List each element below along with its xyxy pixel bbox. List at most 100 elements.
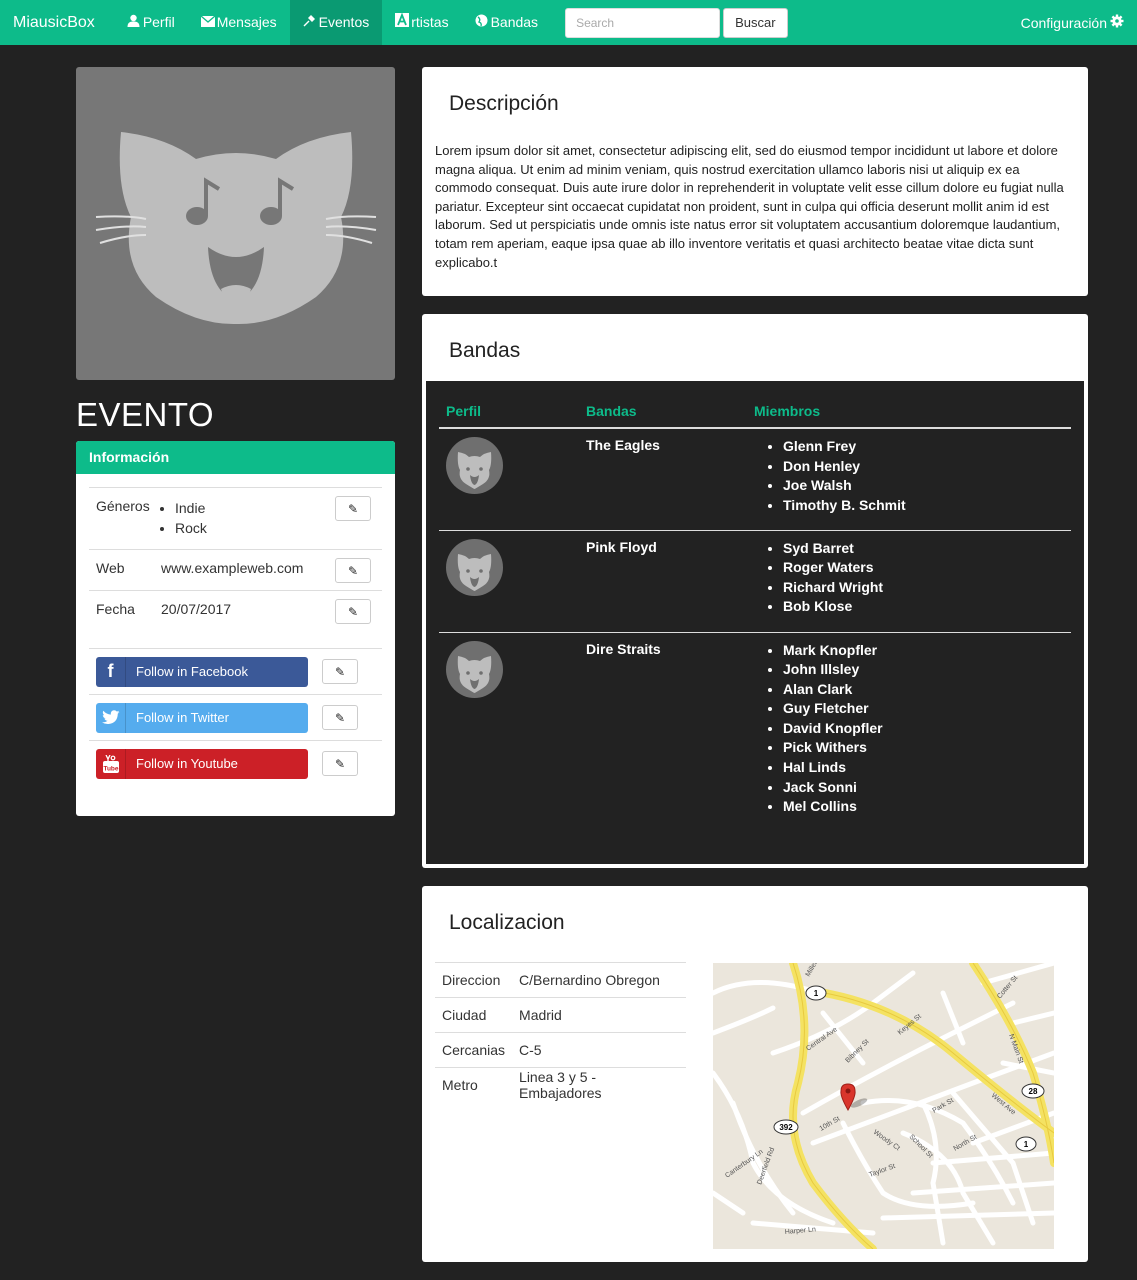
member-item: Alan Clark xyxy=(783,680,1064,700)
edit-generos-button[interactable]: ✎ xyxy=(335,496,371,521)
member-item: Don Henley xyxy=(783,457,1064,477)
youtube-follow-label: Follow in Youtube xyxy=(136,756,238,771)
cat-logo xyxy=(95,132,377,325)
member-item: Pick Withers xyxy=(783,738,1064,758)
route-shield-28: 28 xyxy=(1029,1087,1038,1096)
cat-avatar-icon xyxy=(457,452,492,489)
band-name[interactable]: Dire Straits xyxy=(579,632,747,830)
location-map[interactable]: 1 392 28 1 Miller Ave N Main St West Ave… xyxy=(713,963,1054,1249)
youtube-icon: Tube xyxy=(96,748,126,779)
member-list: Mark Knopfler John Illsley Alan Clark Gu… xyxy=(754,641,1064,817)
bandas-table-container: Perfil Bandas Miembros The Eagles Gle xyxy=(426,381,1084,864)
nav-mensajes[interactable]: Mensajes xyxy=(188,0,290,45)
member-item: John Illsley xyxy=(783,660,1064,680)
pencil-icon: ✎ xyxy=(334,664,346,679)
col-header-perfil: Perfil xyxy=(439,381,579,429)
pencil-icon: ✎ xyxy=(334,756,346,771)
pencil-icon: ✎ xyxy=(347,563,359,578)
search-form: Buscar xyxy=(565,7,788,38)
nav-bandas[interactable]: Bandas xyxy=(462,0,551,45)
twitter-icon xyxy=(96,702,126,733)
descripcion-title: Descripción xyxy=(449,92,559,115)
social-row-twitter: Follow in Twitter ✎ xyxy=(89,694,382,740)
table-row: Cercanias C-5 xyxy=(435,1032,686,1068)
member-item: Timothy B. Schmit xyxy=(783,496,1064,516)
pencil-icon: ✎ xyxy=(347,501,359,516)
member-item: Guy Fletcher xyxy=(783,699,1064,719)
nav-artistas-label: rtistas xyxy=(411,14,449,30)
nav-eventos[interactable]: Eventos xyxy=(289,0,383,45)
pushpin-icon xyxy=(303,0,317,45)
bandas-title: Bandas xyxy=(449,339,521,362)
route-shield-392: 392 xyxy=(779,1123,793,1132)
info-panel: Información Géneros Indie Rock ✎ Web www… xyxy=(76,441,395,816)
edit-facebook-button[interactable]: ✎ xyxy=(322,659,358,684)
table-row: Metro Linea 3 y 5 - Embajadores xyxy=(435,1067,686,1103)
nav-perfil-label: Perfil xyxy=(142,14,175,30)
cat-avatar-icon xyxy=(457,655,492,693)
nav-artistas[interactable]: rtistas xyxy=(382,0,461,45)
search-button[interactable]: Buscar xyxy=(723,7,788,38)
web-label: Web xyxy=(96,560,125,576)
loc-label: Cercanias xyxy=(435,1032,513,1068)
svg-text:Tube: Tube xyxy=(103,765,118,772)
pencil-icon: ✎ xyxy=(334,710,346,725)
search-input[interactable] xyxy=(565,7,721,38)
band-avatar[interactable] xyxy=(446,640,503,698)
member-item: Richard Wright xyxy=(783,578,1064,598)
band-name[interactable]: Pink Floyd xyxy=(579,530,747,633)
nav-mensajes-label: Mensajes xyxy=(216,14,277,30)
band-avatar[interactable] xyxy=(446,538,503,596)
edit-twitter-button[interactable]: ✎ xyxy=(322,705,358,730)
member-item: Mel Collins xyxy=(783,797,1064,817)
social-row-facebook: f Follow in Facebook ✎ xyxy=(89,648,382,694)
member-item: David Knopfler xyxy=(783,719,1064,739)
member-item: Syd Barret xyxy=(783,539,1064,559)
cat-avatar-icon xyxy=(457,553,492,591)
edit-web-button[interactable]: ✎ xyxy=(335,558,371,583)
genre-item: Indie xyxy=(175,498,335,518)
member-list: Glenn Frey Don Henley Joe Walsh Timothy … xyxy=(754,437,1064,515)
twitter-follow-button[interactable]: Follow in Twitter xyxy=(96,702,308,733)
loc-label: Metro xyxy=(435,1067,513,1103)
pencil-icon: ✎ xyxy=(347,604,359,619)
member-item: Joe Walsh xyxy=(783,476,1064,496)
brand-logo[interactable]: MiausicBox xyxy=(0,0,108,45)
descripcion-panel: Descripción Lorem ipsum dolor sit amet, … xyxy=(422,67,1088,296)
member-item: Hal Linds xyxy=(783,758,1064,778)
facebook-follow-button[interactable]: f Follow in Facebook xyxy=(96,656,308,687)
config-menu[interactable]: Configuración xyxy=(1021,14,1137,31)
info-row-fecha: Fecha 20/07/2017 ✎ xyxy=(89,590,382,648)
descripcion-text: Lorem ipsum dolor sit amet, consectetur … xyxy=(435,143,1064,270)
youtube-follow-button[interactable]: Tube Follow in Youtube xyxy=(96,748,308,779)
nav-bandas-label: Bandas xyxy=(490,14,539,30)
gear-icon xyxy=(1110,14,1124,31)
genre-item: Rock xyxy=(175,518,335,538)
band-name[interactable]: The Eagles xyxy=(579,428,747,531)
band-avatar[interactable] xyxy=(446,437,503,494)
loc-label: Direccion xyxy=(435,962,513,998)
localizacion-title: Localizacion xyxy=(449,911,565,934)
col-header-miembros: Miembros xyxy=(747,381,1071,429)
nav-eventos-label: Eventos xyxy=(318,14,370,30)
member-item: Roger Waters xyxy=(783,558,1064,578)
table-row: Pink Floyd Syd Barret Roger Waters Richa… xyxy=(439,530,1071,633)
envelope-icon xyxy=(200,0,216,45)
generos-list: Indie Rock xyxy=(140,496,335,538)
loc-value: C-5 xyxy=(512,1032,686,1068)
edit-fecha-button[interactable]: ✎ xyxy=(335,599,371,624)
facebook-icon: f xyxy=(96,656,126,687)
info-row-web: Web www.exampleweb.com ✎ xyxy=(89,549,382,590)
edit-youtube-button[interactable]: ✎ xyxy=(322,751,358,776)
table-row: Ciudad Madrid xyxy=(435,997,686,1033)
twitter-follow-label: Follow in Twitter xyxy=(136,710,229,725)
nav-perfil[interactable]: Perfil xyxy=(114,0,188,45)
member-item: Glenn Frey xyxy=(783,437,1064,457)
loc-value: C/Bernardino Obregon xyxy=(512,962,686,998)
event-title: EVENTO xyxy=(76,396,215,433)
route-shield-1b: 1 xyxy=(1024,1140,1029,1149)
event-image xyxy=(76,67,395,380)
web-value[interactable]: www.exampleweb.com xyxy=(161,558,335,576)
table-row: The Eagles Glenn Frey Don Henley Joe Wal… xyxy=(439,428,1071,531)
bandas-panel: Bandas Perfil Bandas Miembros The Eagles xyxy=(422,314,1088,868)
